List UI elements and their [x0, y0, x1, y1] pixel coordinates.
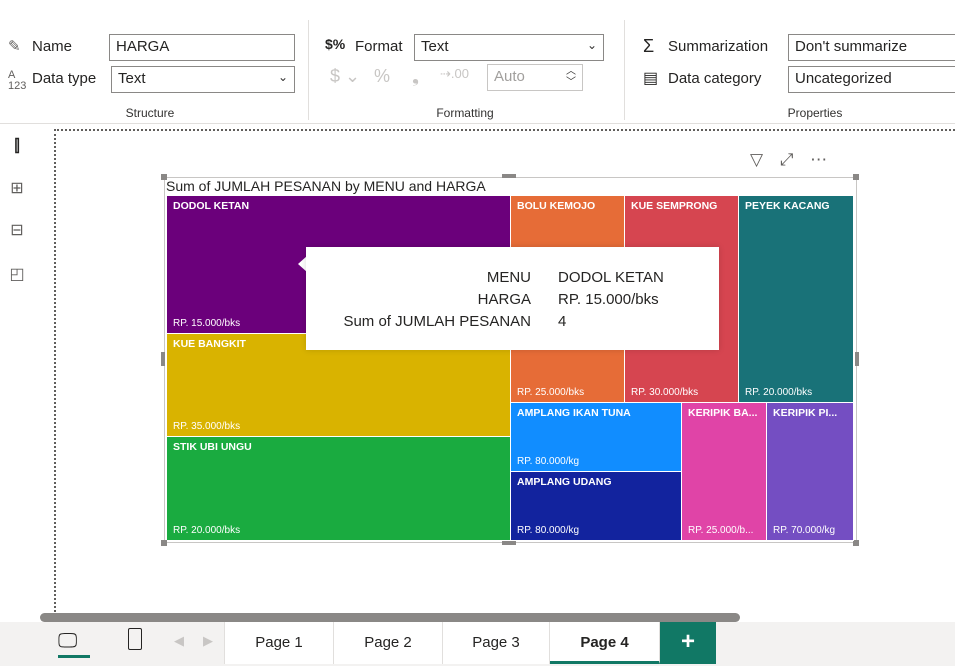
- treemap-tile[interactable]: KERIPIK BA... RP. 25.000/b...: [682, 403, 767, 541]
- desktop-layout-icon[interactable]: 🖵: [58, 630, 77, 653]
- tooltip-label: HARGA: [477, 291, 531, 308]
- data-category-label: Data category: [668, 70, 762, 87]
- filter-icon[interactable]: ▽: [750, 150, 763, 169]
- dax-query-view-icon[interactable]: ◰: [6, 264, 28, 286]
- tile-menu-label: PEYEK KACANG: [745, 200, 830, 212]
- tile-harga-label: RP. 20.000/bks: [173, 525, 241, 536]
- tile-harga-label: RP. 15.000/bks: [173, 318, 241, 329]
- model-view-icon[interactable]: ⊟: [6, 220, 28, 242]
- tooltip: MENU DODOL KETAN HARGA RP. 15.000/bks Su…: [306, 247, 719, 350]
- resize-handle[interactable]: [502, 174, 516, 178]
- datatype-label: Data type: [32, 70, 97, 87]
- formatting-group-label: Formatting: [436, 106, 494, 120]
- tooltip-label: Sum of JUMLAH PESANAN: [343, 313, 531, 330]
- add-page-button[interactable]: +: [660, 622, 716, 664]
- previous-page-icon[interactable]: ◀: [174, 633, 184, 649]
- tile-menu-label: AMPLANG UDANG: [517, 476, 612, 488]
- datatype-icon: A 123: [8, 69, 27, 92]
- spinner-icon[interactable]: ︿ ﹀: [566, 66, 576, 88]
- name-label: Name: [32, 38, 73, 55]
- tile-menu-label: BOLU KEMOJO: [517, 200, 596, 212]
- treemap-tile[interactable]: STIK UBI UNGU RP. 20.000/bks: [167, 437, 511, 541]
- tab-page-2[interactable]: Page 2: [334, 622, 443, 664]
- resize-handle[interactable]: [161, 352, 165, 366]
- tile-menu-label: DODOL KETAN: [173, 200, 250, 212]
- focus-mode-icon[interactable]: ⤢: [780, 150, 794, 169]
- properties-group-label: Properties: [787, 106, 843, 120]
- decimal-places-button[interactable]: ⇢.00: [440, 66, 469, 82]
- tile-harga-label: RP. 30.000/bks: [631, 387, 699, 398]
- tile-harga-label: RP. 25.000/bks: [517, 387, 585, 398]
- percent-format-button[interactable]: %: [374, 66, 390, 87]
- resize-handle[interactable]: [855, 352, 859, 366]
- tile-harga-label: RP. 20.000/bks: [745, 387, 813, 398]
- auto-value: Auto: [494, 68, 525, 85]
- more-options-icon[interactable]: ⋯: [810, 150, 827, 169]
- format-label: Format: [355, 38, 403, 55]
- divider: [624, 20, 625, 120]
- tooltip-value: DODOL KETAN: [558, 269, 664, 286]
- format-value: Text: [421, 38, 449, 55]
- treemap-tile[interactable]: KERIPIK PI... RP. 70.000/kg: [767, 403, 854, 541]
- summarization-label: Summarization: [668, 38, 769, 55]
- visual-title: Sum of JUMLAH PESANAN by MENU and HARGA: [166, 178, 486, 194]
- comma-style-button[interactable]: ❟: [412, 66, 419, 87]
- name-icon: ✎: [8, 38, 21, 55]
- structure-group-label: Structure: [125, 106, 175, 120]
- tooltip-value: RP. 15.000/bks: [558, 291, 659, 308]
- chevron-down-icon: ⌄: [586, 38, 597, 52]
- summarization-value: Don't summarize: [795, 38, 908, 55]
- data-category-value: Uncategorized: [795, 70, 892, 87]
- format-icon: $%: [325, 36, 346, 52]
- active-layout-indicator: [58, 655, 90, 658]
- tile-menu-label: AMPLANG IKAN TUNA: [517, 407, 631, 419]
- sigma-icon: Σ: [643, 36, 655, 56]
- data-category-dropdown[interactable]: Uncategorized: [788, 66, 955, 93]
- tooltip-label: MENU: [486, 269, 531, 286]
- tile-menu-label: KUE BANGKIT: [173, 338, 246, 350]
- tile-harga-label: RP. 70.000/kg: [773, 525, 836, 536]
- resize-handle[interactable]: [502, 541, 516, 545]
- chevron-down-icon: ⌄: [277, 70, 288, 84]
- datatype-value: Text: [118, 70, 146, 87]
- decimal-places-input[interactable]: Auto ︿ ﹀: [487, 64, 583, 91]
- treemap-tile[interactable]: PEYEK KACANG RP. 20.000/bks: [739, 196, 854, 403]
- tile-harga-label: RP. 80.000/kg: [517, 456, 580, 467]
- datatype-dropdown[interactable]: Text ⌄: [111, 66, 295, 93]
- tile-menu-label: KUE SEMPRONG: [631, 200, 718, 212]
- treemap-tile[interactable]: AMPLANG IKAN TUNA RP. 80.000/kg: [511, 403, 682, 472]
- divider: [308, 20, 309, 120]
- format-dropdown[interactable]: Text ⌄: [414, 34, 604, 61]
- tile-harga-label: RP. 80.000/kg: [517, 525, 580, 536]
- summarization-dropdown[interactable]: Don't summarize: [788, 34, 955, 61]
- mobile-layout-icon[interactable]: [128, 628, 142, 650]
- next-page-icon[interactable]: ▶: [203, 633, 213, 649]
- tile-menu-label: KERIPIK PI...: [773, 407, 838, 419]
- visual-header: ▽ ⤢ ⋯: [750, 150, 827, 170]
- tab-page-4[interactable]: Page 4: [550, 622, 660, 664]
- tooltip-value: 4: [558, 313, 567, 330]
- treemap-tile[interactable]: AMPLANG UDANG RP. 80.000/kg: [511, 472, 682, 541]
- tile-menu-label: KERIPIK BA...: [688, 407, 758, 419]
- horizontal-scrollbar[interactable]: [40, 613, 740, 622]
- tile-harga-label: RP. 35.000/bks: [173, 421, 241, 432]
- currency-format-button[interactable]: $ ⌄: [330, 66, 360, 87]
- tile-menu-label: STIK UBI UNGU: [173, 441, 252, 453]
- resize-handle[interactable]: [853, 174, 859, 180]
- name-input[interactable]: HARGA: [109, 34, 295, 61]
- data-category-icon: ▤: [643, 70, 659, 87]
- tile-harga-label: RP. 25.000/b...: [688, 525, 754, 536]
- tab-page-3[interactable]: Page 3: [443, 622, 550, 664]
- resize-handle[interactable]: [161, 174, 167, 180]
- report-view-icon[interactable]: ⫿: [6, 136, 28, 158]
- tab-page-1[interactable]: Page 1: [225, 622, 334, 664]
- table-view-icon[interactable]: ⊞: [6, 178, 28, 200]
